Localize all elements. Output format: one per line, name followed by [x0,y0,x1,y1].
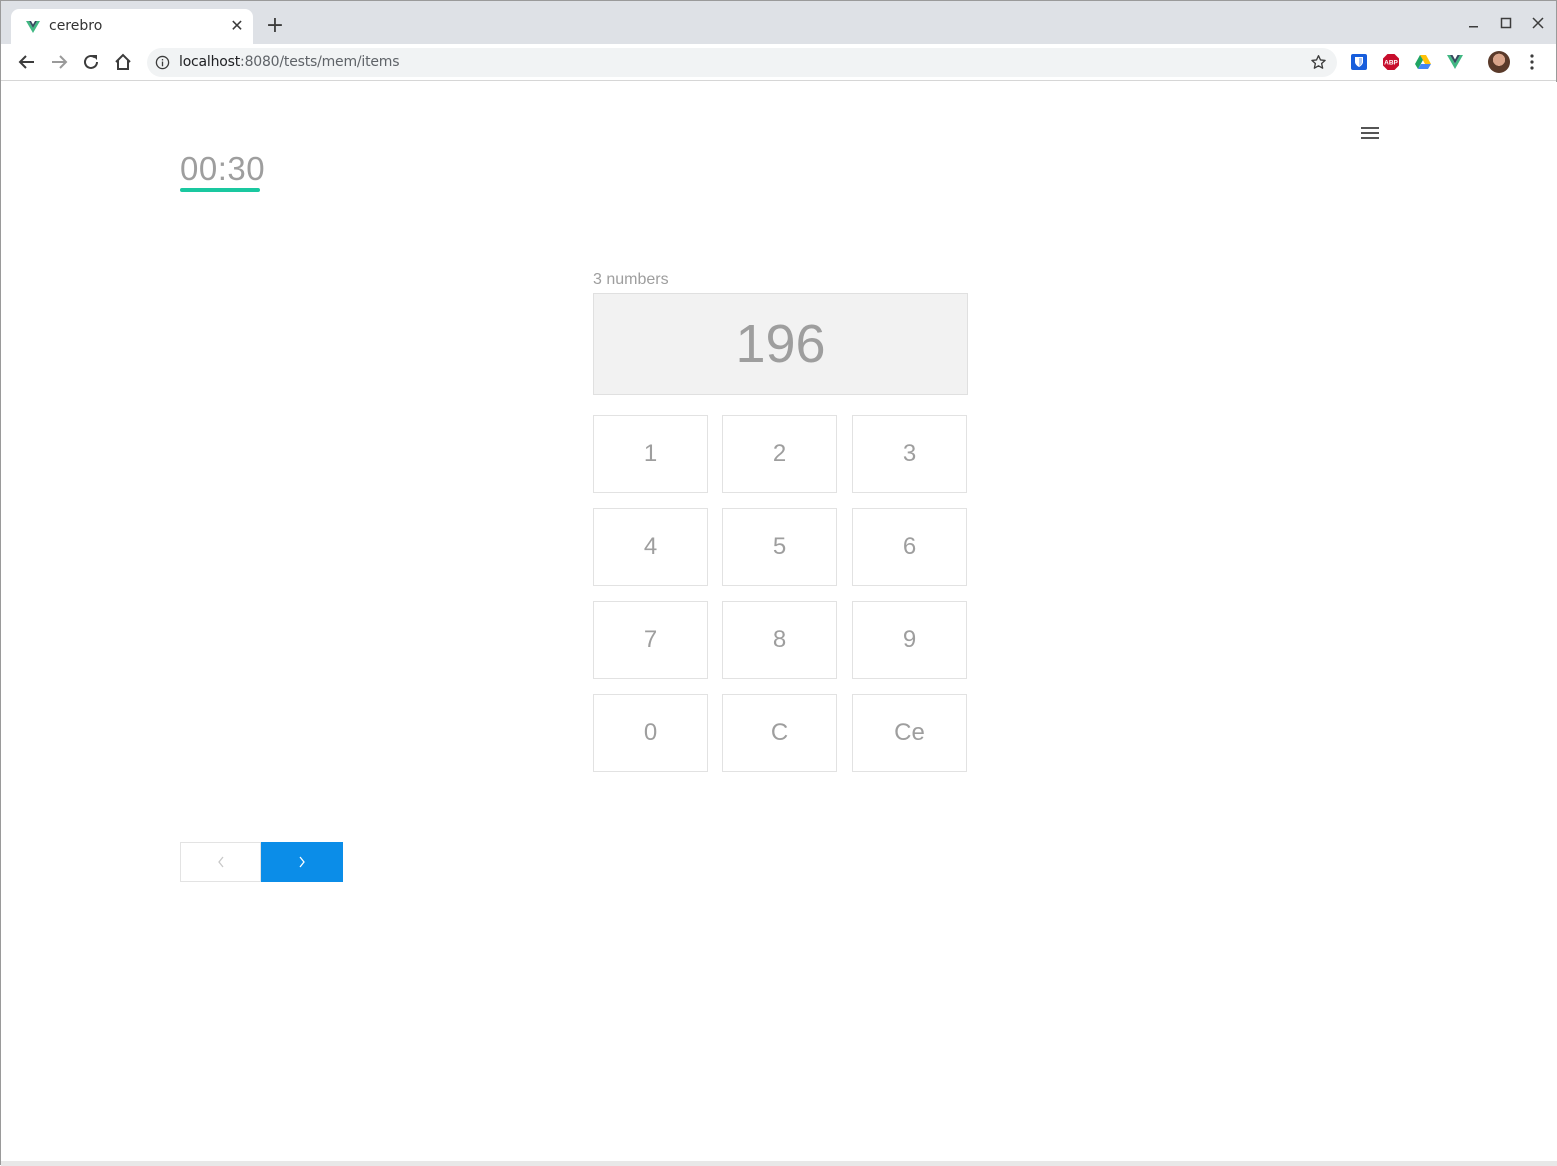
key-0[interactable]: 0 [593,694,708,772]
tab-strip: cerebro ✕ + [1,1,1556,44]
tab-cerebro[interactable]: cerebro ✕ [11,9,253,44]
tab-close-button[interactable]: ✕ [227,16,247,36]
url-host: localhost [179,54,241,70]
vue-devtools-icon[interactable] [1446,53,1464,71]
abp-label: ABP [1384,60,1398,67]
browser-toolbar: localhost:8080/tests/mem/items ABP [1,44,1556,81]
key-clear[interactable]: C [722,694,837,772]
profile-avatar[interactable] [1488,51,1510,73]
key-2[interactable]: 2 [722,415,837,493]
maximize-icon[interactable] [1496,13,1516,33]
vue-logo-icon [26,21,40,33]
reload-icon[interactable] [80,51,102,73]
key-4[interactable]: 4 [593,508,708,586]
more-vert-icon[interactable] [1523,52,1541,72]
timer-progress-bar [180,188,260,192]
new-tab-button[interactable]: + [263,15,287,39]
keypad: 1 2 3 4 5 6 7 8 9 0 C Ce [593,415,968,773]
key-1[interactable]: 1 [593,415,708,493]
next-button[interactable] [261,842,343,882]
page-content: 00:30 3 numbers 196 1 2 3 4 5 6 7 8 9 0 … [2,82,1557,1164]
close-window-icon[interactable] [1528,13,1548,33]
key-9[interactable]: 9 [852,601,967,679]
google-drive-icon[interactable] [1414,53,1432,71]
number-display: 196 [593,293,968,395]
key-3[interactable]: 3 [852,415,967,493]
hamburger-menu-icon[interactable] [1361,127,1379,141]
hamburger-line [1361,132,1379,134]
bookmark-star-icon[interactable] [1310,54,1327,71]
address-bar[interactable]: localhost:8080/tests/mem/items [147,48,1337,77]
key-clear-entry[interactable]: Ce [852,694,967,772]
tab-title: cerebro [49,18,103,34]
minimize-icon[interactable] [1464,13,1484,33]
bitwarden-icon[interactable] [1350,53,1368,71]
window-bottom-edge [1,1161,1557,1166]
hamburger-line [1361,137,1379,139]
key-5[interactable]: 5 [722,508,837,586]
countdown-timer: 00:30 [180,150,266,187]
info-icon[interactable] [155,55,170,70]
url-text[interactable]: localhost:8080/tests/mem/items [179,54,400,70]
items-count-label: 3 numbers [593,271,669,288]
pagination [180,842,343,882]
key-7[interactable]: 7 [593,601,708,679]
key-6[interactable]: 6 [852,508,967,586]
url-path: :8080/tests/mem/items [240,54,400,70]
previous-button[interactable] [180,842,261,882]
browser-window: cerebro ✕ + localhost:8080/tests/mem/ite… [0,0,1557,1166]
chevron-left-icon [217,856,224,868]
back-arrow-icon[interactable] [16,51,38,73]
adblock-plus-icon[interactable]: ABP [1382,53,1400,71]
home-icon[interactable] [112,51,134,73]
chevron-right-icon [299,856,305,868]
forward-arrow-icon[interactable] [48,51,70,73]
key-8[interactable]: 8 [722,601,837,679]
hamburger-line [1361,127,1379,129]
